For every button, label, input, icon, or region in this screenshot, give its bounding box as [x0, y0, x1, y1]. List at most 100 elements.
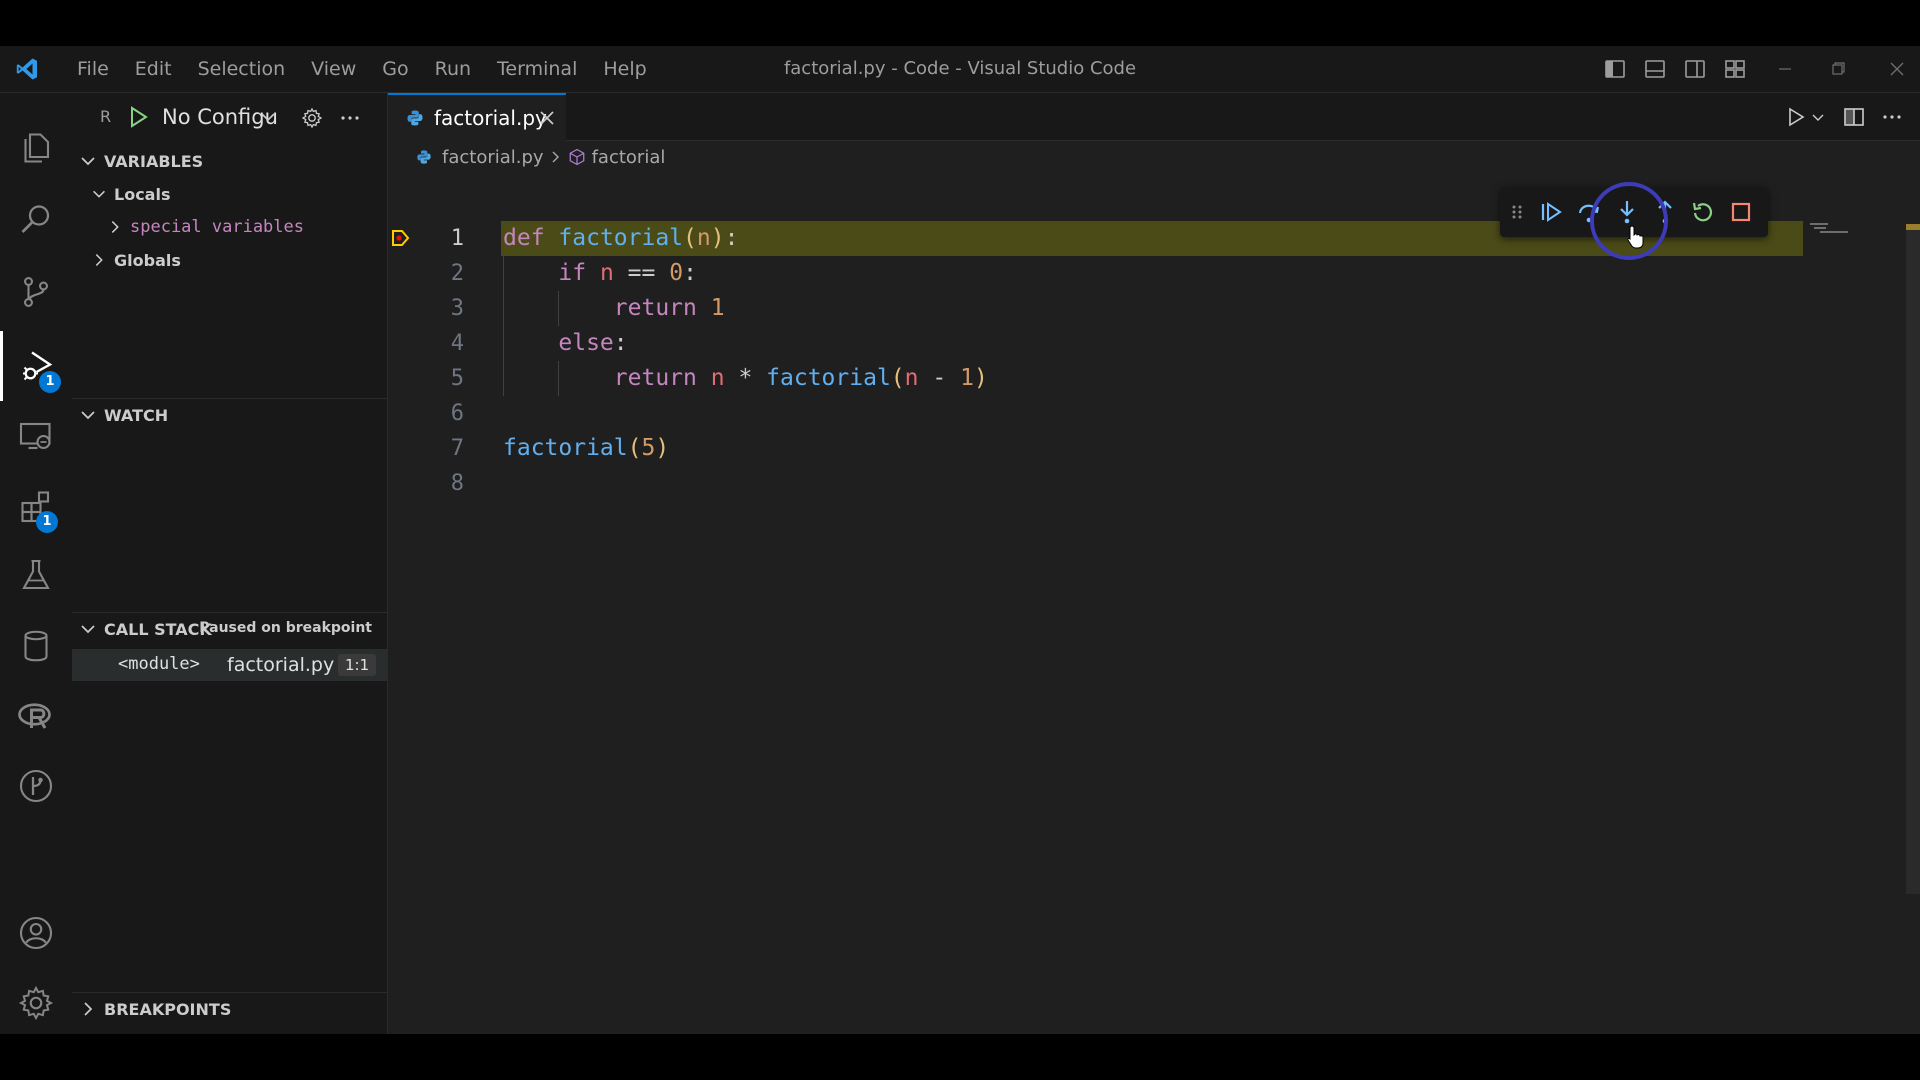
- callstack-title: CALL STACK: [104, 619, 212, 639]
- line-number: 7: [450, 436, 464, 461]
- chevron-down-icon: [93, 190, 105, 198]
- restart-icon[interactable]: [1690, 199, 1716, 225]
- menu-file[interactable]: File: [64, 46, 122, 92]
- chevron-down-icon: [81, 157, 95, 166]
- chevron-down-icon[interactable]: [1810, 109, 1826, 125]
- locals-scope[interactable]: Locals: [90, 178, 170, 210]
- frame-position-badge: 1:1: [338, 654, 377, 676]
- split-editor-icon[interactable]: [1842, 105, 1866, 129]
- menu-help[interactable]: Help: [590, 46, 659, 92]
- chevron-right-icon: [84, 1002, 93, 1016]
- variables-section-header[interactable]: VARIABLES: [72, 145, 388, 177]
- customize-layout-icon[interactable]: [1722, 57, 1748, 81]
- database-icon[interactable]: [0, 611, 72, 681]
- code-line-8: 8: [388, 466, 1920, 501]
- close-icon[interactable]: [538, 109, 556, 127]
- breadcrumb-symbol[interactable]: factorial: [568, 146, 666, 168]
- continue-icon[interactable]: [1538, 199, 1564, 225]
- chevron-right-icon: [111, 221, 119, 233]
- line-number: 5: [450, 366, 464, 391]
- drag-handle-icon[interactable]: [1508, 199, 1526, 225]
- breadcrumb-file[interactable]: factorial.py: [416, 147, 544, 168]
- chevron-down-icon: [81, 625, 95, 634]
- menu-selection[interactable]: Selection: [185, 46, 299, 92]
- breakpoints-title: BREAKPOINTS: [104, 999, 232, 1019]
- watch-section-header[interactable]: WATCH: [72, 398, 388, 431]
- restore-icon[interactable]: [1823, 56, 1853, 82]
- menu-go[interactable]: Go: [369, 46, 421, 92]
- code-line-4: 4 else:: [388, 326, 1920, 361]
- toggle-secondary-sidebar-icon[interactable]: [1682, 57, 1708, 81]
- code-line-6: 6: [388, 396, 1920, 431]
- extensions-icon[interactable]: 1: [0, 471, 72, 541]
- remote-explorer-icon[interactable]: [0, 401, 72, 471]
- mouse-pointer-icon: [1627, 225, 1644, 249]
- debug-sidebar: R No Configu VARIABLES Locals special va…: [72, 93, 388, 1034]
- scrollbar-current-line-marker: [1906, 224, 1920, 230]
- breadcrumb: factorial.py factorial: [388, 141, 665, 173]
- callstack-status: Paused on breakpoint: [199, 620, 372, 636]
- settings-gear-icon[interactable]: [0, 968, 72, 1034]
- git-graph-icon[interactable]: [0, 751, 72, 821]
- menu-run[interactable]: Run: [422, 46, 484, 92]
- watch-list: [72, 433, 388, 623]
- menu-edit[interactable]: Edit: [122, 46, 185, 92]
- callstack-frame-row[interactable]: <module> factorial.py 1:1: [72, 649, 388, 681]
- frame-name: <module>: [118, 654, 200, 674]
- special-variables-label: special variables: [130, 217, 304, 237]
- callstack-section-header[interactable]: CALL STACK Paused on breakpoint: [72, 612, 388, 645]
- title-bar: File Edit Selection View Go Run Terminal…: [0, 46, 1920, 93]
- vscode-logo-icon: [16, 58, 37, 80]
- tab-factorial-py[interactable]: factorial.py: [388, 93, 566, 141]
- python-file-icon: [407, 110, 423, 126]
- breadcrumb-file-label: factorial.py: [442, 146, 544, 168]
- extensions-badge: 1: [36, 511, 58, 533]
- code-line-3: 3 return 1: [388, 291, 1920, 326]
- code-line-2: 2 if n == 0:: [388, 256, 1920, 291]
- start-debugging-icon[interactable]: [126, 105, 150, 129]
- close-window-icon[interactable]: [1882, 56, 1912, 82]
- run-python-file-icon[interactable]: [1784, 105, 1808, 129]
- tab-label: factorial.py: [434, 106, 547, 130]
- more-actions-icon[interactable]: [1880, 105, 1904, 129]
- chevron-down-icon[interactable]: [258, 107, 278, 127]
- line-number: 8: [450, 471, 464, 496]
- toggle-panel-icon[interactable]: [1642, 57, 1668, 81]
- line-number: 1: [450, 226, 464, 251]
- vscode-window: File Edit Selection View Go Run Terminal…: [0, 46, 1920, 1034]
- menu-view[interactable]: View: [298, 46, 369, 92]
- special-variables-node[interactable]: special variables: [106, 211, 304, 243]
- account-icon[interactable]: [0, 898, 72, 968]
- symbol-method-icon: [569, 148, 584, 166]
- vertical-scrollbar[interactable]: [1906, 224, 1920, 894]
- python-file-icon: [417, 150, 431, 164]
- explorer-icon[interactable]: [0, 113, 72, 183]
- breadcrumb-symbol-label: factorial: [591, 146, 666, 168]
- source-control-icon[interactable]: [0, 257, 72, 327]
- minimap[interactable]: [1810, 221, 1850, 241]
- activity-bar: 1 1: [0, 93, 72, 1034]
- stop-icon[interactable]: [1728, 199, 1754, 225]
- locals-label: Locals: [114, 184, 171, 204]
- globals-scope[interactable]: Globals: [90, 244, 181, 276]
- breakpoints-section-header[interactable]: BREAKPOINTS: [72, 992, 388, 1025]
- more-actions-icon[interactable]: [338, 106, 362, 130]
- chevron-right-icon: [95, 254, 103, 266]
- run-debug-icon[interactable]: 1: [0, 331, 72, 401]
- r-icon[interactable]: [0, 681, 72, 751]
- variables-title: VARIABLES: [104, 151, 204, 171]
- run-debug-badge: 1: [39, 371, 61, 393]
- editor-tab-bar: factorial.py: [388, 93, 1920, 141]
- globals-label: Globals: [114, 250, 181, 270]
- run-view-label: R: [100, 107, 112, 126]
- minimize-icon[interactable]: [1770, 56, 1800, 82]
- toggle-primary-sidebar-icon[interactable]: [1602, 57, 1628, 81]
- watch-title: WATCH: [104, 405, 169, 425]
- code-editor[interactable]: 1 def factorial(n): 2 if n == 0: 3 retur…: [388, 173, 1920, 1034]
- testing-icon[interactable]: [0, 541, 72, 611]
- search-icon[interactable]: [0, 185, 72, 255]
- open-launch-json-gear-icon[interactable]: [300, 106, 324, 130]
- code-line-5: 5 return n * factorial(n - 1): [388, 361, 1920, 396]
- menu-terminal[interactable]: Terminal: [484, 46, 590, 92]
- debug-config-row: R No Configu: [72, 93, 388, 141]
